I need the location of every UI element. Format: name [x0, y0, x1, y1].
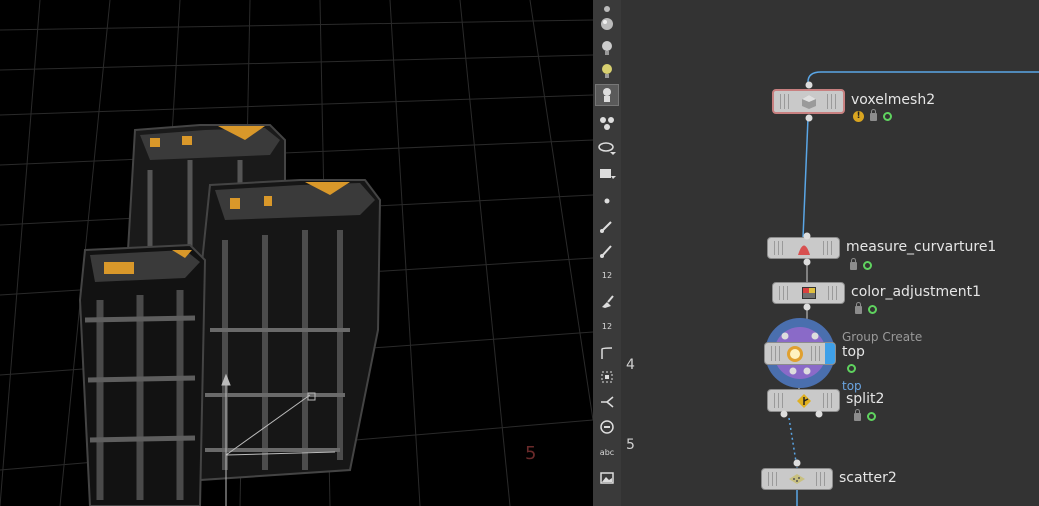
sphere-tool-icon[interactable]	[595, 13, 619, 35]
node-label-split2: split2	[846, 391, 885, 407]
axis-label-4: 4	[626, 357, 635, 373]
node-scatter2[interactable]	[761, 468, 833, 490]
warning-icon: !	[853, 111, 864, 122]
snap-icon[interactable]	[595, 366, 619, 388]
display-toolbar: 12 12 abc	[593, 0, 622, 506]
node-label-scatter2: scatter2	[839, 470, 897, 486]
lock-icon[interactable]	[855, 301, 862, 314]
background-image-icon[interactable]	[595, 467, 619, 489]
status-ok-icon	[883, 112, 892, 121]
node-flags	[854, 408, 876, 421]
camera-icon[interactable]	[595, 161, 619, 183]
point-light-icon[interactable]	[595, 60, 619, 82]
visibility-icon[interactable]	[595, 137, 619, 159]
axis-label-5: 5	[626, 437, 635, 453]
node-type-label: Group Create	[842, 330, 923, 344]
node-label-measure-curvarture1: measure_curvarture1	[846, 239, 997, 255]
output-connector[interactable]	[803, 112, 815, 124]
primitive-numbers-icon[interactable]: 12	[595, 315, 619, 337]
components-icon[interactable]	[595, 112, 619, 134]
brush-icon[interactable]	[595, 290, 619, 312]
point-display-icon[interactable]	[595, 190, 619, 212]
node-flags	[855, 301, 877, 314]
node-label-color-adjustment1: color_adjustment1	[851, 284, 982, 300]
node-flags	[847, 364, 856, 373]
node-flags	[850, 257, 872, 270]
group-icon	[786, 345, 804, 362]
output-connector[interactable]	[778, 408, 790, 420]
status-ok-icon	[867, 412, 876, 421]
status-ok-icon	[847, 364, 856, 373]
display-flag[interactable]	[825, 343, 835, 364]
node-flags: !	[853, 108, 892, 122]
spot-light-icon[interactable]	[595, 37, 619, 59]
output-connector[interactable]	[801, 301, 813, 313]
curvature-icon	[795, 240, 813, 256]
lock-icon[interactable]	[854, 408, 861, 421]
lock-icon[interactable]	[850, 257, 857, 270]
vector-display-icon[interactable]	[595, 240, 619, 262]
voxel-cube-icon	[800, 94, 818, 110]
point-numbers-icon[interactable]: 12	[595, 264, 619, 286]
input-connector[interactable]	[801, 230, 813, 242]
corner-icon[interactable]	[595, 342, 619, 364]
color-adjust-icon	[800, 285, 818, 301]
input-connector[interactable]	[803, 79, 815, 91]
node-group-create-top[interactable]	[764, 342, 836, 365]
normal-display-icon[interactable]	[595, 215, 619, 237]
status-ok-icon	[868, 305, 877, 314]
skeleton-icon[interactable]	[595, 84, 619, 106]
lock-icon[interactable]	[870, 108, 877, 121]
branch-icon[interactable]	[595, 391, 619, 413]
network-editor[interactable]: voxelmesh2 ! measure_curvarture1 color_a…	[621, 0, 1039, 506]
3d-viewport[interactable]: 4 5	[0, 0, 593, 506]
scatter-icon	[788, 471, 806, 487]
output-connector[interactable]	[801, 256, 813, 268]
output-connector[interactable]	[813, 408, 825, 420]
status-ok-icon	[863, 261, 872, 270]
circle-display-icon[interactable]	[595, 416, 619, 438]
viewport-scene	[0, 0, 593, 506]
split-icon	[795, 393, 813, 409]
node-label-voxelmesh2: voxelmesh2	[851, 92, 936, 108]
voxel-mesh-model	[78, 124, 382, 506]
floor-label: 5	[525, 443, 537, 464]
node-voxelmesh2[interactable]	[772, 89, 845, 114]
node-label-top: top	[842, 344, 865, 360]
text-icon[interactable]: abc	[595, 441, 619, 463]
